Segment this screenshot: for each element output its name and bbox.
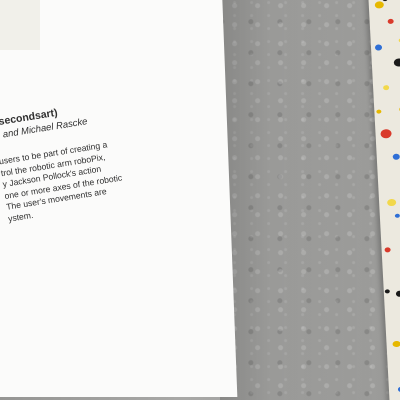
paint-splatter [395, 290, 400, 297]
paint-splatter [382, 0, 388, 2]
paint-splatter [383, 85, 390, 91]
paint-splatter [376, 109, 382, 114]
paint-splatter [394, 213, 400, 218]
paint-splatter [393, 58, 400, 67]
paint-splatter [384, 247, 391, 253]
paint-splatter [384, 289, 390, 294]
paint-splatter [387, 18, 394, 25]
paint-splatter [392, 153, 400, 160]
photo-scene: 0secondsart) n and Michael Rascke users … [0, 0, 400, 400]
paint-splatter [380, 128, 392, 139]
paint-splatter [374, 1, 384, 9]
paint-splatter [392, 340, 400, 348]
placard-top-strip [0, 0, 40, 50]
wall-shadow [220, 0, 395, 400]
paint-splatter [386, 198, 397, 207]
paint-splatter [374, 44, 383, 51]
